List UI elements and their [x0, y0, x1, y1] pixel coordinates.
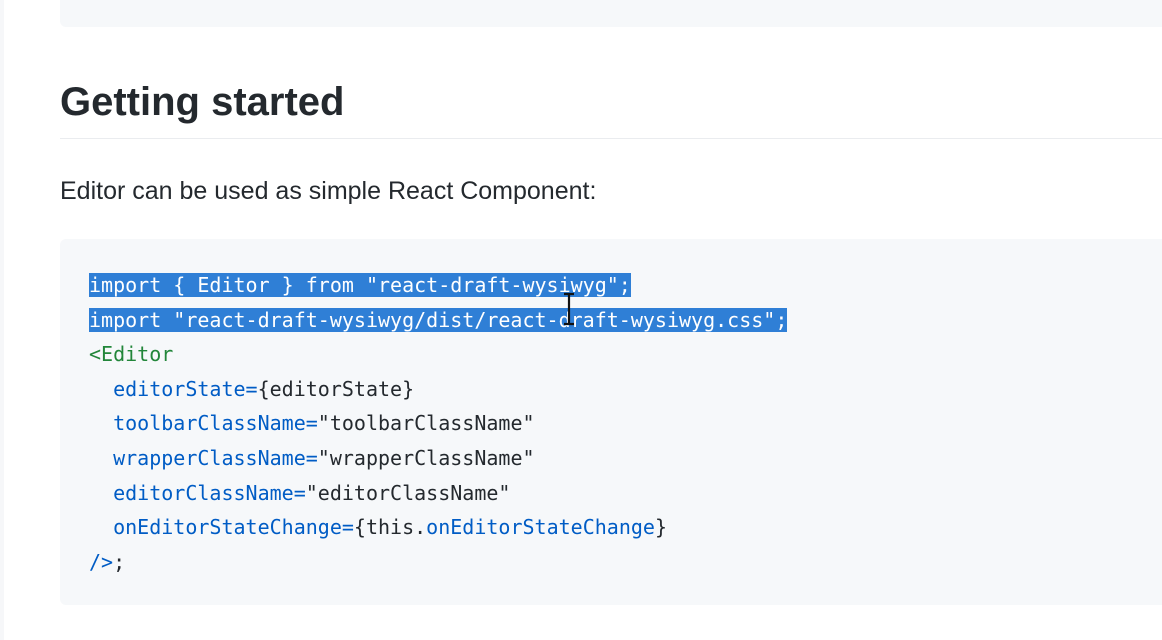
selected-import-editor[interactable]: import { Editor } from "react-draft-wysi… — [89, 273, 631, 297]
value-on-change-close: } — [654, 515, 667, 540]
code-line-9[interactable]: />; — [89, 545, 787, 580]
code-line-7[interactable]: editorClassName="editorClassName" — [89, 476, 787, 511]
code-line-2[interactable]: import "react-draft-wysiwyg/dist/react-d… — [89, 303, 788, 338]
previous-code-block — [60, 0, 1162, 27]
value-toolbar-class: "toolbarClassName" — [317, 411, 535, 436]
code-block[interactable]: import { Editor } from "react-draft-wysi… — [60, 239, 1162, 605]
heading-divider — [60, 138, 1162, 139]
attr-toolbar-class: toolbarClassName= — [113, 411, 318, 436]
statement-semicolon: ; — [113, 549, 126, 574]
attr-editor-class: editorClassName= — [113, 480, 306, 505]
attr-on-change: onEditorStateChange= — [113, 515, 354, 540]
code-line-6[interactable]: wrapperClassName="wrapperClassName" — [89, 441, 787, 476]
jsx-open-tag: <Editor — [89, 342, 174, 367]
code-line-8[interactable]: onEditorStateChange={this.onEditorStateC… — [89, 510, 787, 545]
attr-editor-state: editorState= — [113, 376, 258, 401]
selected-import-css[interactable]: import "react-draft-wysiwyg/dist/react-d… — [89, 307, 788, 332]
section-heading: Getting started — [60, 80, 345, 124]
value-wrapper-class: "wrapperClassName" — [317, 445, 535, 470]
code-line-5[interactable]: toolbarClassName="toolbarClassName" — [89, 406, 787, 441]
value-editor-state: {editorState} — [257, 376, 415, 401]
value-editor-class: "editorClassName" — [305, 480, 511, 505]
intro-text: Editor can be used as simple React Compo… — [60, 177, 597, 205]
code-line-4[interactable]: editorState={editorState} — [89, 372, 787, 407]
jsx-self-close: /> — [89, 549, 114, 574]
text-ibeam-cursor-icon — [564, 292, 574, 326]
code-text[interactable]: import { Editor } from "react-draft-wysi… — [89, 268, 788, 580]
attr-wrapper-class: wrapperClassName= — [113, 445, 318, 470]
value-on-change-member: onEditorStateChange — [426, 515, 655, 540]
code-line-3[interactable]: <Editor — [89, 337, 787, 372]
code-line-1[interactable]: import { Editor } from "react-draft-wysi… — [89, 268, 787, 303]
value-on-change-open: {this. — [353, 515, 427, 540]
